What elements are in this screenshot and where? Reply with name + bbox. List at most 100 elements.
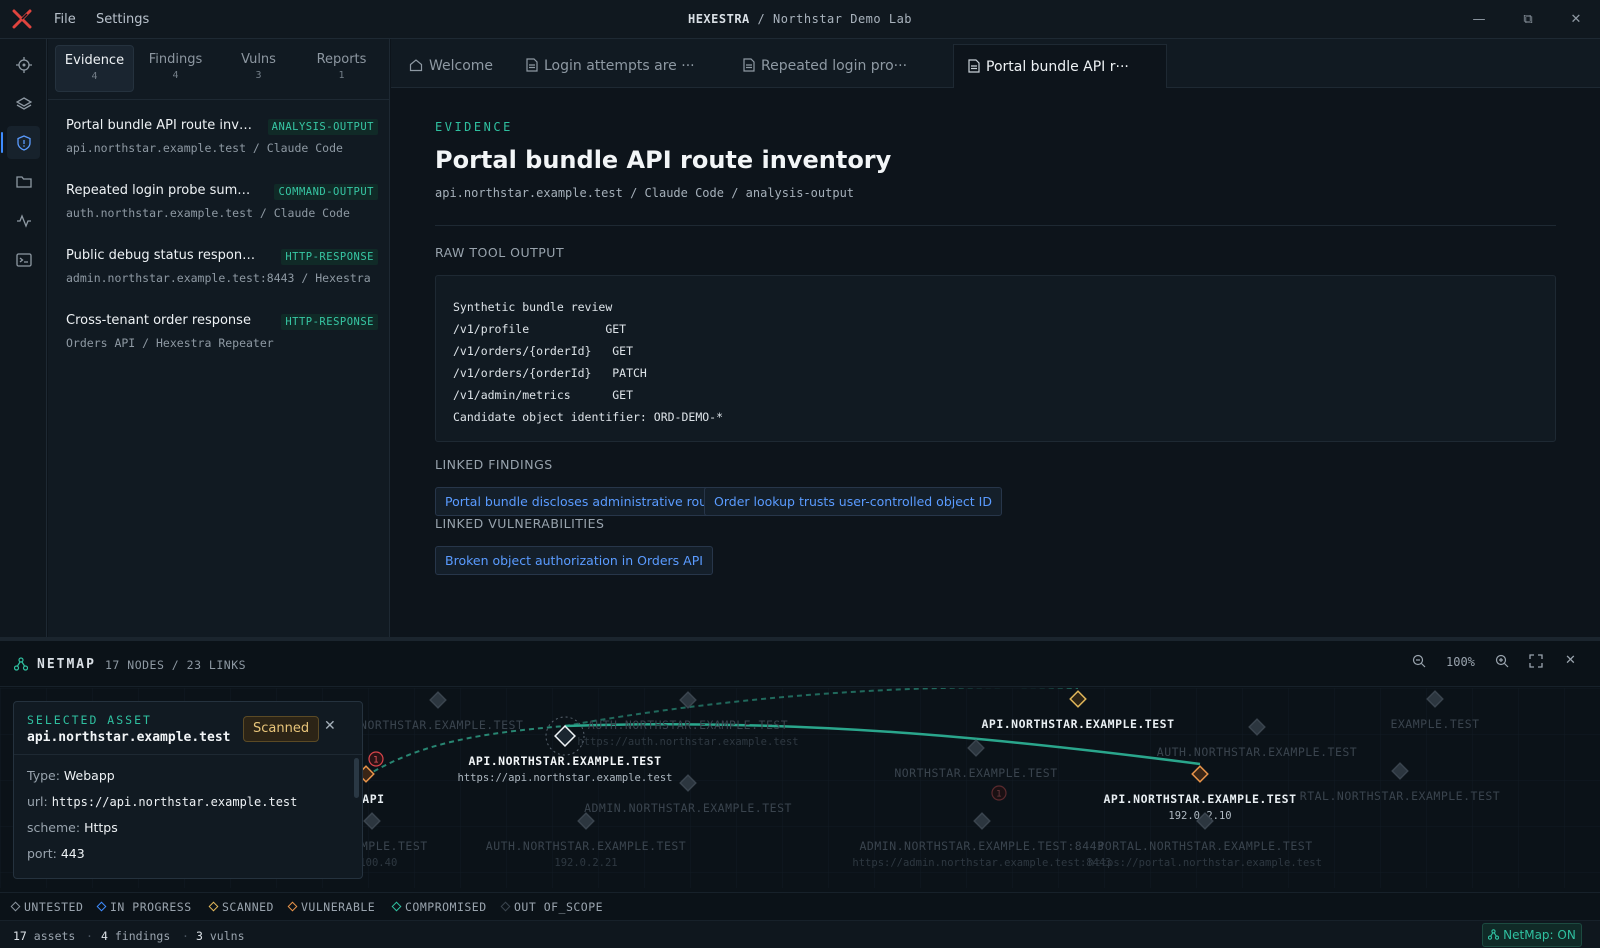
shield-icon[interactable] <box>1 126 40 159</box>
evidence-item[interactable]: Cross-tenant order response HTTP-RESPONS… <box>66 313 378 373</box>
node-sublabel: https://api.northstar.example.test <box>458 772 673 784</box>
separator: · <box>182 929 189 943</box>
maximize-icon[interactable]: ⧉ <box>1518 10 1538 30</box>
project-name: Northstar Demo Lab <box>772 12 913 26</box>
doc-tab-welcome[interactable]: Welcome <box>409 44 519 88</box>
node-sublabel: https://portal.northstar.example.test <box>1088 857 1322 869</box>
doc-tab-evidence[interactable]: Login attempts are ··· <box>526 44 726 88</box>
document-icon <box>526 58 538 72</box>
asset-status-badge: Scanned <box>243 716 320 742</box>
target-icon[interactable] <box>7 48 40 81</box>
netmap-title: NETMAP <box>37 657 96 672</box>
folder-icon[interactable] <box>7 165 40 198</box>
menu-file[interactable]: File <box>54 0 76 39</box>
home-icon <box>409 59 423 72</box>
asset-field-type: Type: Webapp <box>27 768 115 783</box>
evidence-title: Public debug status response <box>66 248 256 263</box>
close-window-icon[interactable]: ✕ <box>1566 10 1586 30</box>
findings-count: 4 findings <box>101 929 170 943</box>
network-icon <box>14 657 28 671</box>
menu-settings[interactable]: Settings <box>96 0 149 39</box>
evidence-item[interactable]: Repeated login probe summary COMMAND-OUT… <box>66 183 378 243</box>
code-line: /v1/admin/metrics GET <box>453 388 634 402</box>
separator: · <box>86 929 93 943</box>
linked-vulns-heading: LINKED VULNERABILITIES <box>435 516 605 531</box>
selected-asset-card: SELECTED ASSET api.northstar.example.tes… <box>13 701 363 879</box>
tab-count: 4 <box>172 70 179 81</box>
page-title: Portal bundle API route inventory <box>435 146 892 174</box>
tab-count: 1 <box>338 70 345 81</box>
zoom-out-icon[interactable] <box>1412 654 1426 671</box>
asset-field-port: port: 443 <box>27 846 85 861</box>
tab-reports[interactable]: Reports 1 <box>302 45 381 92</box>
fullscreen-icon[interactable] <box>1529 654 1543 671</box>
legend-label: COMPROMISED <box>405 900 487 914</box>
evidence-item[interactable]: Portal bundle API route inventory ANALYS… <box>66 118 378 178</box>
node-label: PORTAL.NORTHSTAR.EXAMPLE.TEST <box>1097 839 1312 853</box>
close-card-icon[interactable]: ✕ <box>324 718 336 734</box>
evidence-detail: EVIDENCE Portal bundle API route invento… <box>391 88 1600 637</box>
code-line: /v1/orders/{orderId} PATCH <box>453 366 647 380</box>
assets-number: 17 <box>13 929 27 943</box>
evidence-type-badge: HTTP-RESPONSE <box>281 249 378 265</box>
netmap-toggle-button[interactable]: NetMap: ON <box>1482 923 1582 947</box>
legend-label: UNTESTED <box>24 900 84 914</box>
evidence-panel: Evidence 4 Findings 4 Vulns 3 Reports 1 … <box>48 39 390 637</box>
evidence-item[interactable]: Public debug status response HTTP-RESPON… <box>66 248 378 308</box>
tab-vulns[interactable]: Vulns 3 <box>219 45 298 92</box>
code-line: /v1/profile GET <box>453 322 627 336</box>
assets-count: 17 assets <box>13 929 75 943</box>
legend-marker-icon <box>96 901 107 912</box>
doc-tab-active[interactable]: Portal bundle API r··· <box>953 44 1167 88</box>
document-tabs: Welcome Login attempts are ··· Repeated … <box>391 39 1600 88</box>
title-bar: File Settings HEXESTRA / Northstar Demo … <box>0 0 1600 39</box>
close-netmap-icon[interactable]: ✕ <box>1565 653 1576 668</box>
tab-count: 4 <box>91 71 98 82</box>
zoom-in-icon[interactable] <box>1495 654 1509 671</box>
tab-label: Findings <box>148 52 203 67</box>
netmap-counts: 17 NODES / 23 LINKS <box>105 658 247 672</box>
evidence-source: api.northstar.example.test / Claude Code <box>66 141 343 155</box>
document-icon <box>968 59 980 73</box>
raw-output-heading: RAW TOOL OUTPUT <box>435 245 565 260</box>
netmap-toggle-label: NetMap: ON <box>1503 928 1576 942</box>
activity-icon[interactable] <box>7 204 40 237</box>
field-value: Webapp <box>63 768 115 783</box>
card-scrollbar[interactable] <box>354 758 359 798</box>
legend-marker-icon <box>208 901 219 912</box>
tab-findings[interactable]: Findings 4 <box>136 45 215 92</box>
legend-label: VULNERABLE <box>301 900 376 914</box>
tab-evidence[interactable]: Evidence 4 <box>55 45 134 92</box>
evidence-path: api.northstar.example.test / Claude Code… <box>435 186 855 200</box>
evidence-type-badge: COMMAND-OUTPUT <box>274 184 378 200</box>
evidence-title: Cross-tenant order response <box>66 313 251 328</box>
node-label: AUTH.NORTHSTAR.EXAMPLE.TEST <box>1157 745 1357 759</box>
tab-label: Vulns <box>241 52 276 67</box>
node-label: .NORTHSTAR.EXAMPLE.TEST <box>353 718 524 732</box>
field-key: port: <box>27 846 57 861</box>
minimize-icon[interactable]: — <box>1469 10 1489 30</box>
netmap-panel: NETMAP 17 NODES / 23 LINKS 100% ✕ .NORTH… <box>0 637 1600 892</box>
doc-tab-label: Welcome <box>429 58 494 74</box>
doc-tab-evidence[interactable]: Repeated login pro··· <box>743 44 943 88</box>
node-label: EXAMPLE.TEST <box>1390 717 1479 731</box>
layers-icon[interactable] <box>7 87 40 120</box>
doc-tab-label: Portal bundle API r··· <box>986 59 1129 75</box>
linked-finding-link[interactable]: Order lookup trusts user-controlled obje… <box>704 487 1002 516</box>
zoom-level: 100% <box>1446 655 1475 669</box>
node-sublabel: 192.0.2.21 <box>554 857 617 869</box>
vulns-number: 3 <box>196 929 203 943</box>
linked-vuln-link[interactable]: Broken object authorization in Orders AP… <box>435 546 713 575</box>
status-legend: UNTESTED IN PROGRESS SCANNED VULNERABLE … <box>0 892 1600 920</box>
terminal-icon[interactable] <box>7 243 40 276</box>
code-line: Candidate object identifier: ORD-DEMO-* <box>453 410 724 424</box>
legend-marker-icon <box>391 901 402 912</box>
linked-finding-link[interactable]: Portal bundle discloses administrative r… <box>435 487 730 516</box>
tab-count: 3 <box>255 70 262 81</box>
panel-tabs: Evidence 4 Findings 4 Vulns 3 Reports 1 <box>48 39 390 100</box>
document-icon <box>743 58 755 72</box>
window-title: HEXESTRA / Northstar Demo Lab <box>687 12 913 26</box>
selected-asset-label: SELECTED ASSET <box>27 713 152 727</box>
node-label: API.NORTHSTAR.EXAMPLE.TEST <box>981 717 1174 731</box>
network-icon <box>1487 929 1500 940</box>
